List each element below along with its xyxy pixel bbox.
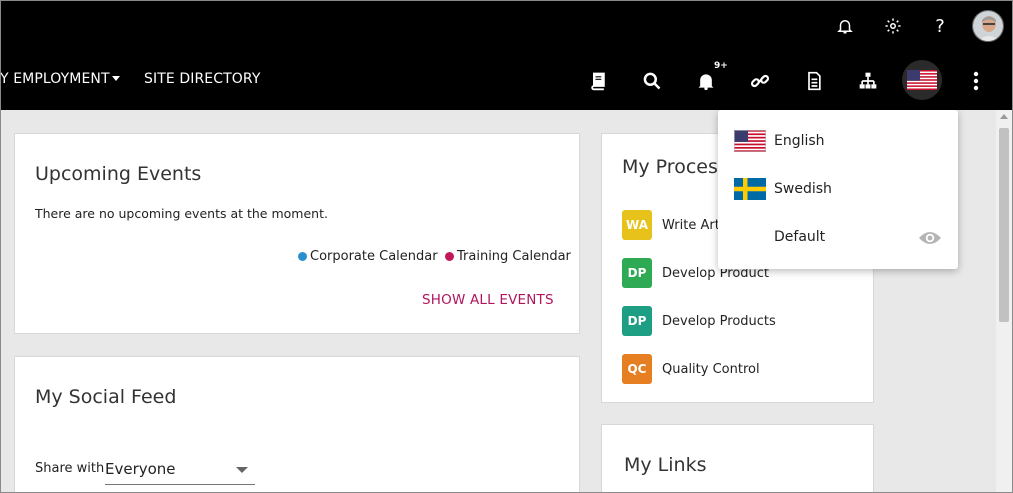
share-with-select[interactable]: Everyone	[105, 453, 255, 485]
no-events-message: There are no upcoming events at the mome…	[35, 206, 328, 221]
my-processes-title: My Proces	[622, 156, 718, 178]
corporate-calendar-dot	[298, 252, 307, 261]
language-switcher-button[interactable]	[902, 60, 942, 100]
chevron-down-icon	[111, 76, 120, 81]
process-tile: DP	[622, 258, 652, 288]
document-icon[interactable]	[801, 68, 827, 94]
social-feed-card: My Social Feed Share with Everyone	[14, 356, 580, 493]
more-vertical-icon[interactable]	[963, 68, 989, 94]
top-bar: ?	[0, 0, 1013, 52]
process-tile: WA	[622, 210, 652, 240]
language-menu: English Swedish Default	[718, 110, 958, 269]
language-label: English	[774, 133, 825, 149]
corporate-calendar-label: Corporate Calendar	[310, 249, 438, 264]
language-label: Swedish	[774, 181, 832, 197]
upcoming-events-card: Upcoming Events There are no upcoming ev…	[14, 133, 580, 334]
language-option-english[interactable]: English	[718, 118, 958, 166]
my-links-card: My Links	[601, 424, 874, 493]
show-all-events-link[interactable]: SHOW ALL EVENTS	[422, 292, 554, 308]
share-with-label: Share with	[35, 461, 105, 476]
nav-employment[interactable]: Y EMPLOYMENT	[0, 71, 120, 87]
eye-icon[interactable]	[918, 228, 942, 248]
language-option-default[interactable]: Default	[718, 214, 958, 262]
share-with-value: Everyone	[105, 460, 176, 478]
nav-site-directory[interactable]: SITE DIRECTORY	[144, 71, 260, 87]
upcoming-events-title: Upcoming Events	[35, 163, 202, 185]
settings-gear-icon[interactable]	[881, 14, 905, 38]
link-icon[interactable]	[747, 68, 773, 94]
process-label: Write Arti	[662, 217, 724, 233]
us-flag-icon	[907, 70, 937, 90]
legend-corporate-calendar[interactable]: Corporate Calendar	[298, 249, 438, 264]
help-icon[interactable]: ?	[928, 14, 952, 38]
process-item[interactable]: WA Write Arti	[622, 210, 723, 240]
chevron-down-icon	[236, 467, 248, 473]
sitemap-icon[interactable]	[855, 68, 881, 94]
main-nav-bar: Y EMPLOYMENT SITE DIRECTORY 9+	[0, 52, 1013, 110]
process-tile: QC	[622, 354, 652, 384]
process-label: Quality Control	[662, 361, 760, 377]
search-icon[interactable]	[639, 68, 665, 94]
social-feed-title: My Social Feed	[35, 386, 177, 408]
process-item[interactable]: QC Quality Control	[622, 354, 760, 384]
my-links-title: My Links	[624, 454, 707, 476]
scrollbar-thumb[interactable]	[999, 128, 1009, 322]
training-calendar-label: Training Calendar	[457, 249, 571, 264]
scroll-up-arrow-icon[interactable]	[1000, 114, 1008, 119]
notifications-bell-icon[interactable]	[693, 68, 719, 94]
page-scrollbar[interactable]	[996, 110, 1012, 492]
process-item[interactable]: DP Develop Products	[622, 306, 776, 336]
book-icon[interactable]	[585, 68, 611, 94]
nav-employment-label: Y EMPLOYMENT	[0, 71, 110, 87]
language-label: Default	[774, 229, 826, 245]
us-flag-icon	[734, 130, 766, 152]
process-tile: DP	[622, 306, 652, 336]
swedish-flag-icon	[734, 178, 766, 200]
process-label: Develop Products	[662, 313, 776, 329]
language-option-swedish[interactable]: Swedish	[718, 166, 958, 214]
notification-bell-icon[interactable]	[833, 14, 857, 38]
user-avatar[interactable]	[972, 10, 1004, 42]
legend-training-calendar[interactable]: Training Calendar	[445, 249, 571, 264]
training-calendar-dot	[445, 252, 454, 261]
help-label: ?	[935, 15, 945, 37]
notification-badge: 9+	[714, 61, 728, 71]
